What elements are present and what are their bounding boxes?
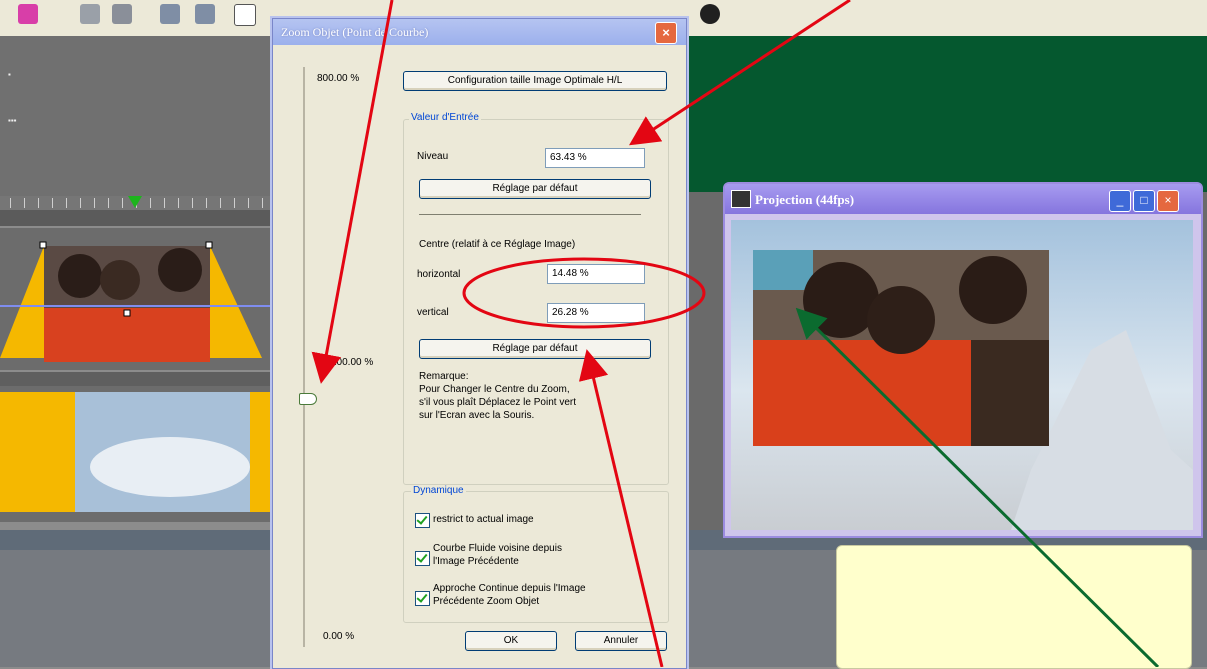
app-icon xyxy=(731,190,751,208)
projection-canvas[interactable] xyxy=(731,220,1193,530)
paint-icon[interactable] xyxy=(18,4,38,24)
zoom-in-icon[interactable] xyxy=(160,4,180,24)
smooth-curve-checkbox[interactable] xyxy=(415,551,430,566)
input-value-group xyxy=(403,119,669,485)
horizontal-label: horizontal xyxy=(417,269,461,280)
zoom-object-dialog: Zoom Objet (Point de Courbe) × 800.00 % … xyxy=(272,18,687,669)
scale-mid-label: 100.00 % xyxy=(331,357,374,368)
panel-text: ▪ xyxy=(8,70,11,79)
remark-line: s'il vous plaît Déplacez le Point vert xyxy=(419,397,576,408)
horizontal-field[interactable]: 14.48 % xyxy=(547,264,645,284)
maximize-icon[interactable]: □ xyxy=(1133,190,1155,212)
center-title: Centre (relatif à ce Réglage Image) xyxy=(419,239,576,250)
minimize-icon[interactable]: _ xyxy=(1109,190,1131,212)
close-icon[interactable]: × xyxy=(1157,190,1179,212)
remark-line: Pour Changer le Centre du Zoom, xyxy=(419,384,570,395)
scale-bottom-label: 0.00 % xyxy=(323,631,355,642)
restrict-checkbox[interactable] xyxy=(415,513,430,528)
smooth-curve-label: Courbe Fluide voisine depuis xyxy=(433,543,562,554)
separator xyxy=(419,214,641,215)
panel-text: ▪▪▪ xyxy=(8,116,17,125)
level-field[interactable]: 63.43 % xyxy=(545,148,645,168)
continuous-approach-label: Précédente Zoom Objet xyxy=(433,596,540,607)
scale-top-label: 800.00 % xyxy=(317,73,360,84)
pointer-icon[interactable] xyxy=(112,4,132,24)
image-track-1[interactable] xyxy=(0,228,280,370)
continuous-approach-checkbox[interactable] xyxy=(415,591,430,606)
playhead-marker[interactable] xyxy=(128,196,142,208)
dialog-title: Zoom Objet (Point de Courbe) xyxy=(281,25,429,39)
remark-line: sur l'Ecran avec la Souris. xyxy=(419,410,535,421)
zoom-out-icon[interactable] xyxy=(195,4,215,24)
remark-title: Remarque: xyxy=(419,371,469,382)
projection-titlebar[interactable]: Projection (44fps) _ □ × xyxy=(725,184,1201,214)
undo-icon[interactable] xyxy=(700,4,720,24)
image-track-2[interactable] xyxy=(0,372,280,522)
input-group-title: Valeur d'Entrée xyxy=(409,112,481,123)
dynamic-title: Dynamique xyxy=(411,485,466,496)
continuous-approach-label: Approche Continue depuis l'Image xyxy=(433,583,586,594)
properties-panel: ▪ ▪▪▪ xyxy=(0,36,280,196)
vertical-field[interactable]: 26.28 % xyxy=(547,303,645,323)
smooth-curve-label: l'Image Précédente xyxy=(433,556,519,567)
projection-title: Projection (44fps) xyxy=(755,192,855,207)
arrow-icon[interactable] xyxy=(80,4,100,24)
default-button-level[interactable]: Réglage par défaut xyxy=(419,179,651,199)
vertical-label: vertical xyxy=(417,307,449,318)
timeline-ruler[interactable] xyxy=(0,196,280,210)
zoom-curve xyxy=(0,241,280,362)
dialog-titlebar[interactable]: Zoom Objet (Point de Courbe) × xyxy=(273,19,686,45)
preview-area xyxy=(680,36,1207,192)
cancel-button[interactable]: Annuler xyxy=(575,631,667,651)
level-label: Niveau xyxy=(417,151,449,162)
default-button-center[interactable]: Réglage par défaut xyxy=(419,339,651,359)
slider-thumb[interactable] xyxy=(299,393,317,405)
projected-image xyxy=(753,250,1193,530)
restrict-label: restrict to actual image xyxy=(433,514,534,525)
clip-thumbnail xyxy=(0,372,280,512)
zoom-slider-track[interactable] xyxy=(303,67,305,647)
notes-panel[interactable] xyxy=(836,545,1192,669)
optimal-size-button[interactable]: Configuration taille Image Optimale H/L xyxy=(403,71,667,91)
close-icon[interactable]: × xyxy=(655,22,677,44)
page-icon[interactable] xyxy=(234,4,256,26)
projection-window: Projection (44fps) _ □ × xyxy=(723,182,1203,538)
ok-button[interactable]: OK xyxy=(465,631,557,651)
